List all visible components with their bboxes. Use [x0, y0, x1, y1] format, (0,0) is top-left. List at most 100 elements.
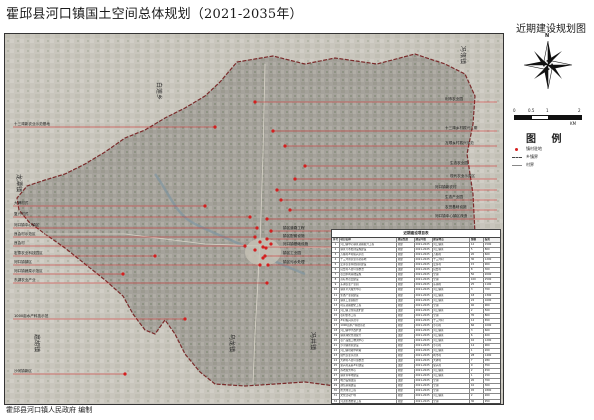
table-cell: 30: [332, 389, 340, 394]
table-cell: 新建: [397, 288, 415, 293]
callout-label: 镇区污水处理: [283, 259, 305, 264]
project-marker[interactable]: [269, 229, 273, 233]
table-cell: 2500: [484, 278, 492, 282]
table-cell: 2021-2025: [415, 248, 433, 253]
table-cell: 宏泰村: [433, 263, 471, 268]
scale-bar: [514, 115, 582, 120]
table-cell: 复兴村: [433, 364, 471, 369]
table-cell: 2021-2025: [415, 263, 433, 268]
table-cell: 大碑村人居环境整治: [340, 359, 398, 364]
table-cell: 电力设施改造: [340, 379, 398, 384]
callout-label: 良会村示范区: [14, 231, 36, 236]
project-marker[interactable]: [153, 254, 157, 258]
col-header: 建设地点: [433, 238, 471, 243]
legend-title: 图 例: [526, 134, 568, 145]
project-marker[interactable]: [288, 208, 292, 212]
table-cell: 21: [332, 343, 340, 349]
table-cell: 600: [484, 328, 490, 332]
table-cell: 河口镇区: [433, 333, 471, 338]
callout-label: 东湖农业产业: [14, 277, 36, 282]
project-marker[interactable]: [258, 263, 262, 267]
table-cell: 650: [484, 318, 490, 322]
table-cell: 改建: [397, 298, 415, 303]
table-cell: 新建: [397, 263, 415, 268]
table-cell: 防洪排涝工程: [340, 389, 398, 394]
project-marker[interactable]: [253, 235, 257, 239]
table-cell: 河口镇区: [433, 374, 471, 379]
table-cell: 全镇: [433, 399, 471, 403]
table-cell: 新建: [397, 323, 415, 328]
callout-label: 镇区工业园: [283, 250, 301, 255]
project-marker[interactable]: [261, 245, 265, 249]
table-cell: 12: [470, 243, 485, 248]
project-marker[interactable]: [265, 237, 269, 241]
scale-tick: 0: [513, 108, 516, 113]
table-cell: 10: [470, 384, 485, 389]
project-marker[interactable]: [303, 164, 307, 168]
project-marker[interactable]: [265, 217, 269, 221]
neighbor-north: 白莲乡: [155, 82, 163, 100]
project-marker[interactable]: [266, 263, 270, 267]
table-cell: 2021-2025: [415, 323, 433, 328]
table-cell: 1200: [484, 338, 492, 342]
project-marker[interactable]: [271, 129, 275, 133]
project-marker[interactable]: [243, 244, 247, 248]
table-cell: 17: [332, 323, 340, 328]
table-cell: 河口镇垃圾中转站: [340, 349, 398, 354]
table-cell: 新建: [397, 338, 415, 343]
thin-line-icon: [512, 163, 522, 168]
neighbor-west: 龙潭镇: [15, 174, 23, 192]
table-cell: 1200: [484, 258, 492, 262]
callout-label: 1000亩水产科技示范: [14, 313, 49, 318]
table-cell: 全镇: [433, 303, 471, 308]
project-marker[interactable]: [213, 125, 217, 129]
table-cell: 河口镇区: [433, 298, 471, 303]
table-cell: 文化活动广场: [340, 394, 398, 399]
table-cell: 18: [470, 293, 485, 298]
callout-label: 河口镇中心镇区: [14, 222, 40, 227]
project-marker[interactable]: [248, 215, 252, 219]
table-cell: 村庄道路硬化工程: [340, 303, 398, 308]
table-cell: 800: [484, 313, 490, 317]
project-marker[interactable]: [283, 144, 287, 148]
table-cell: 1: [470, 374, 485, 379]
project-marker[interactable]: [253, 100, 257, 104]
table-cell: 河口镇区: [433, 243, 471, 248]
table-cell: 2021-2025: [415, 303, 433, 308]
map-title: 霍邱县河口镇国土空间总体规划（2021-2035年）: [6, 7, 303, 22]
project-marker[interactable]: [265, 281, 269, 285]
table-cell: 2021-2025: [415, 293, 433, 298]
col-header: 建设年限: [415, 238, 433, 243]
table-cell: 900: [484, 263, 490, 267]
callout-label: 复兴村式: [14, 211, 29, 216]
table-cell: 新建: [397, 303, 415, 308]
table-cell: 2021-2025: [415, 374, 433, 379]
table-cell: 15: [470, 263, 485, 268]
project-marker[interactable]: [255, 226, 259, 230]
table-cell: 河口镇区: [433, 338, 471, 343]
project-marker[interactable]: [121, 272, 125, 276]
table-cell: 1000亩水产科技示范: [340, 323, 398, 328]
table-cell: 2021-2025: [415, 394, 433, 399]
table-cell: 2021-2025: [415, 338, 433, 343]
project-marker[interactable]: [293, 177, 297, 181]
project-marker[interactable]: [279, 198, 283, 202]
callout-label: 河口镇新农村: [435, 184, 457, 189]
table-cell: 1300: [484, 293, 492, 297]
table-cell: 改建: [397, 364, 415, 369]
table-cell: 2021-2025: [415, 273, 433, 278]
table-cell: 23: [332, 354, 340, 359]
table-cell: 镇区工业园提升: [340, 298, 398, 303]
table-cell: 万顺村: [433, 253, 471, 258]
table-cell: 28: [470, 354, 485, 359]
project-marker[interactable]: [123, 372, 127, 376]
table-cell: 2021-2025: [415, 333, 433, 338]
project-marker[interactable]: [275, 188, 279, 192]
table-cell: 2021-2025: [415, 243, 433, 248]
project-marker[interactable]: [183, 317, 187, 321]
table-cell: 万顺村乡村振兴示范: [340, 253, 398, 258]
table-cell: 新建: [397, 258, 415, 263]
project-marker[interactable]: [203, 204, 207, 208]
table-cell: 3: [470, 328, 485, 333]
table-cell: 河口镇卫生院改扩建: [340, 308, 398, 313]
